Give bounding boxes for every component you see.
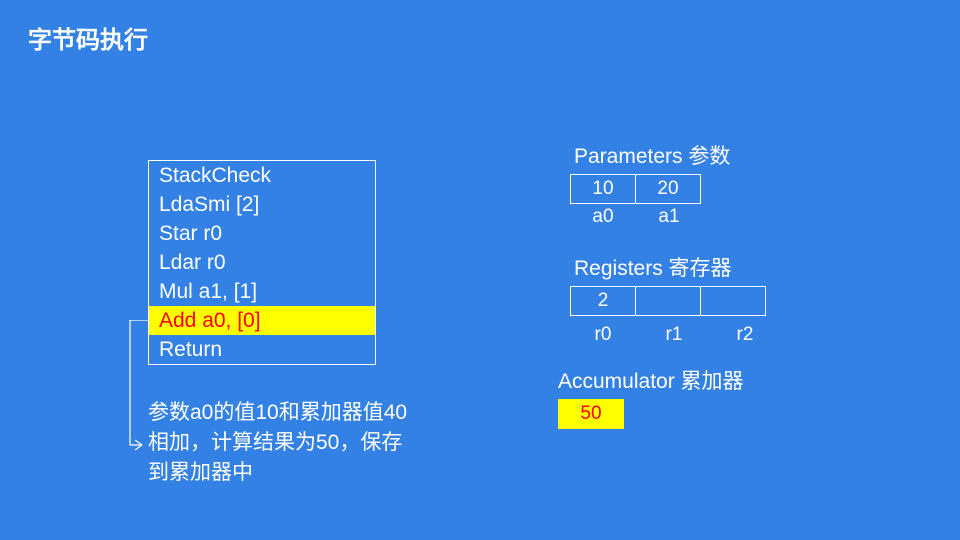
bytecode-line: Mul a1, [1]	[149, 277, 375, 306]
registers-cells: 2	[570, 286, 778, 316]
param-cell-a0: 10	[570, 174, 636, 204]
reg-cell-r0: 2	[570, 286, 636, 316]
parameters-block: Parameters 参数 10 20 a0 a1	[570, 140, 730, 228]
parameters-label: Parameters 参数	[574, 140, 730, 170]
registers-names: r0 r1 r2	[570, 324, 778, 346]
accumulator-value: 50	[558, 399, 624, 429]
reg-name-r2: r2	[712, 324, 778, 346]
slide-title: 字节码执行	[28, 20, 148, 55]
reg-cell-r2	[700, 286, 766, 316]
parameters-cells: 10 20	[570, 174, 730, 204]
bytecode-line: Star r0	[149, 219, 375, 248]
bytecode-line: LdaSmi [2]	[149, 190, 375, 219]
param-name-a1: a1	[636, 206, 702, 228]
annotation-text: 参数a0的值10和累加器值40相加，计算结果为50，保存到累加器中	[148, 398, 408, 488]
accumulator-cells: 50	[558, 399, 744, 429]
bytecode-line: StackCheck	[149, 161, 375, 190]
bytecode-line: Ldar r0	[149, 248, 375, 277]
bytecode-line-current: Add a0, [0]	[149, 306, 375, 335]
registers-block: Registers 寄存器 2 r0 r1 r2	[570, 252, 778, 346]
registers-label: Registers 寄存器	[574, 252, 778, 282]
param-cell-a1: 20	[635, 174, 701, 204]
accumulator-block: Accumulator 累加器 50	[558, 365, 744, 429]
parameters-names: a0 a1	[570, 206, 730, 228]
reg-name-r0: r0	[570, 324, 636, 346]
bytecode-line: Return	[149, 335, 375, 364]
param-name-a0: a0	[570, 206, 636, 228]
accumulator-label: Accumulator 累加器	[558, 365, 744, 395]
reg-name-r1: r1	[636, 324, 712, 346]
reg-cell-r1	[635, 286, 701, 316]
bytecode-listing: StackCheck LdaSmi [2] Star r0 Ldar r0 Mu…	[148, 160, 376, 365]
